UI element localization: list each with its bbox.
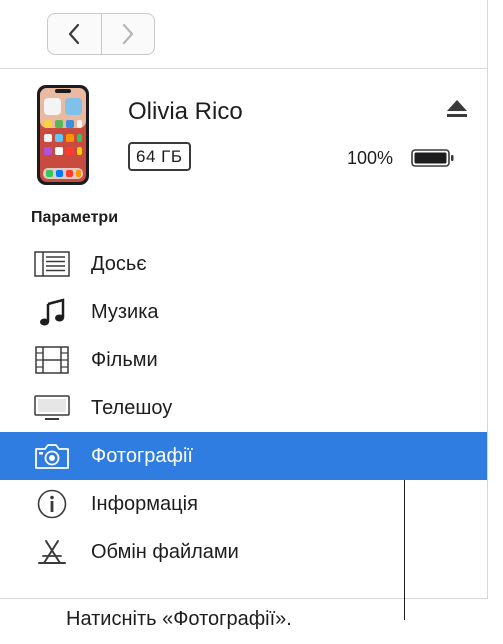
film-icon <box>33 346 71 374</box>
callout-line <box>404 480 405 620</box>
sidebar-item-tv-shows[interactable]: Телешоу <box>0 384 487 432</box>
chevron-left-icon <box>69 23 80 45</box>
device-name: Olivia Rico <box>128 98 243 125</box>
info-icon <box>33 489 71 519</box>
sidebar-item-label: Інформація <box>91 493 198 515</box>
sidebar-item-label: Телешоу <box>91 397 173 419</box>
sidebar-item-label: Фотографії <box>91 445 193 467</box>
sidebar-item-file-sharing[interactable]: Обмін файлами <box>0 528 487 576</box>
sidebar-item-info[interactable]: Інформація <box>0 480 487 528</box>
settings-list: Досьє Музика Фільми Телешоу Фотографії І… <box>0 240 487 576</box>
device-summary[interactable]: Olivia Rico 64 ГБ 100% <box>0 70 487 192</box>
sidebar-item-label: Обмін файлами <box>91 541 239 563</box>
iphone-icon <box>37 85 89 185</box>
itunes-sidebar-panel: Olivia Rico 64 ГБ 100% Параметри Досьє М… <box>0 0 488 599</box>
battery-icon <box>411 149 454 167</box>
sidebar-item-music[interactable]: Музика <box>0 288 487 336</box>
capacity-badge: 64 ГБ <box>128 142 191 171</box>
sidebar-item-label: Музика <box>91 301 159 323</box>
sidebar-item-photos[interactable]: Фотографії <box>0 432 487 480</box>
forward-button[interactable] <box>100 14 155 54</box>
sidebar-item-label: Досьє <box>91 253 147 275</box>
navigation-buttons <box>47 13 155 55</box>
sidebar-item-label: Фільми <box>91 349 158 371</box>
music-note-icon <box>33 298 71 326</box>
battery-percentage: 100% <box>347 148 394 168</box>
chevron-right-icon <box>122 23 133 45</box>
camera-icon <box>33 443 71 469</box>
sidebar-item-movies[interactable]: Фільми <box>0 336 487 384</box>
eject-icon[interactable] <box>445 99 469 119</box>
back-button[interactable] <box>48 14 101 54</box>
summary-list-icon <box>33 251 71 277</box>
sidebar-item-summary[interactable]: Досьє <box>0 240 487 288</box>
tv-icon <box>33 395 71 421</box>
file-sharing-icon <box>33 539 71 565</box>
instruction-caption: Натисніть «Фотографії». <box>66 608 292 630</box>
settings-header: Параметри <box>31 209 119 226</box>
toolbar <box>0 0 487 69</box>
